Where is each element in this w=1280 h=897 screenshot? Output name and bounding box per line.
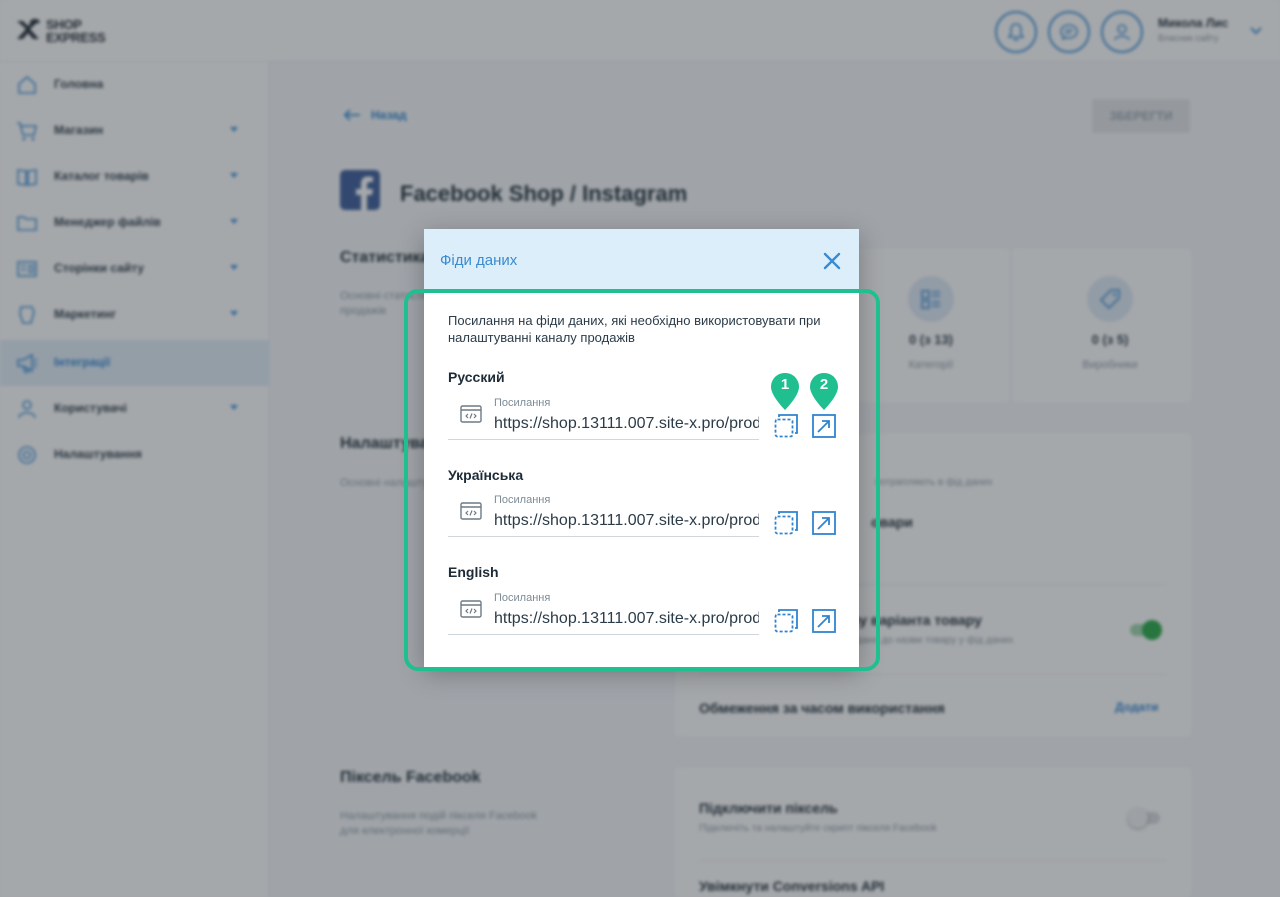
marker-1: 1 <box>769 371 801 411</box>
marker-2-label: 2 <box>819 376 829 393</box>
marker-1-label: 1 <box>780 376 790 393</box>
modal-header: Фіди даних <box>424 229 859 291</box>
marker-2: 2 <box>808 371 840 411</box>
close-icon[interactable] <box>821 250 843 272</box>
modal-title: Фіди даних <box>440 252 518 269</box>
highlight-frame <box>404 289 880 671</box>
